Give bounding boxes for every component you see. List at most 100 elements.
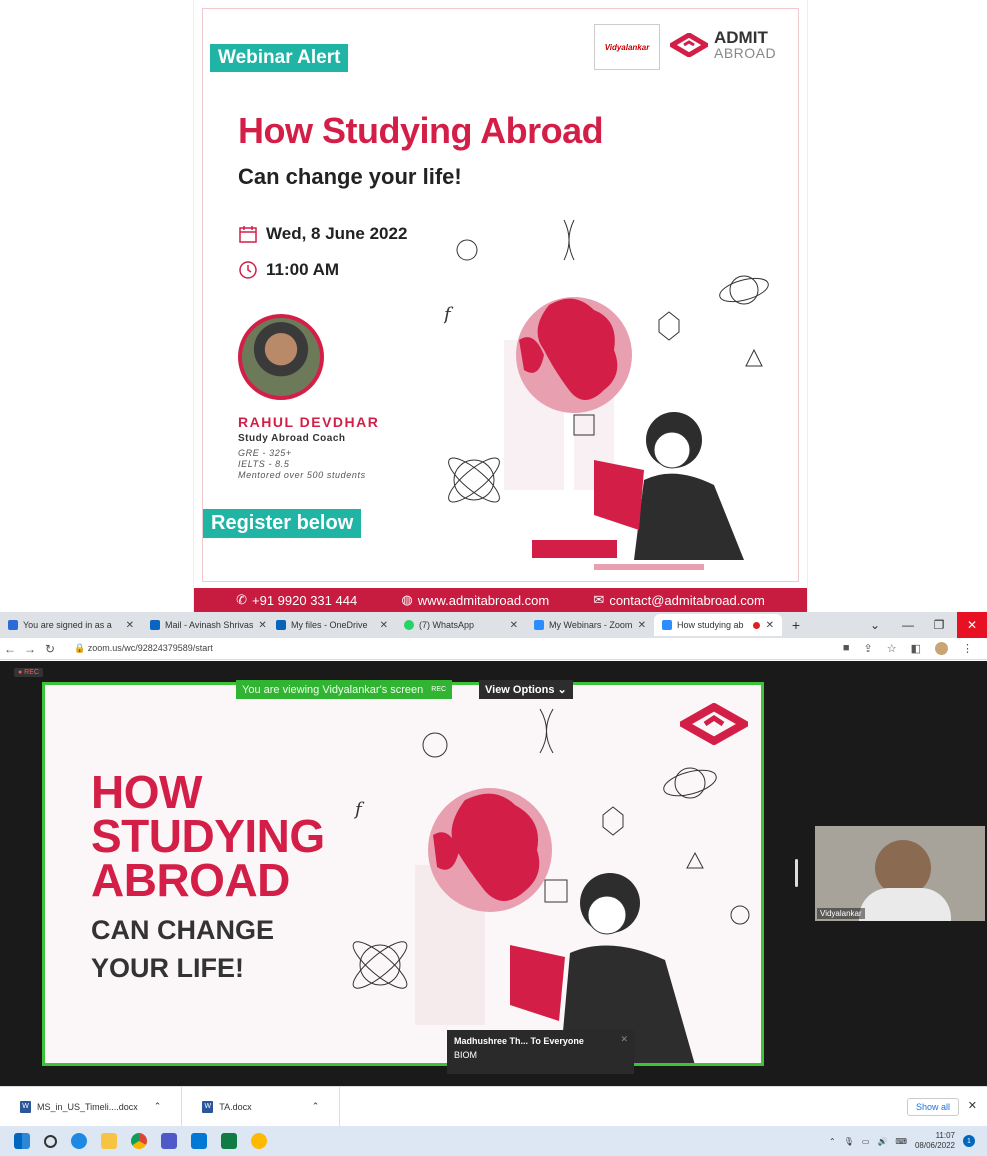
chat-notification[interactable]: Madhushree Th... To Everyone BIOM ✕ [447,1030,634,1074]
back-icon[interactable]: ← [0,642,20,656]
chat-sender: Madhushree Th... To Everyone [454,1036,584,1046]
restore-icon[interactable]: ❐ [924,612,954,638]
menu-kebab-icon[interactable]: ⋮ [962,642,973,655]
download-item[interactable]: W TA.docx ⌃ [182,1087,341,1126]
chevron-up-icon[interactable]: ⌃ [829,1137,836,1146]
download-item[interactable]: W MS_in_US_Timeli....docx ⌃ [0,1087,183,1126]
chat-message: BIOM [454,1050,478,1060]
browser-tab[interactable]: My Webinars - Zoom ✕ [526,614,654,636]
slide-illustration: f [352,708,750,1063]
close-tab-icon[interactable]: ✕ [638,620,646,631]
chevron-up-icon[interactable]: ⌃ [154,1101,162,1112]
profile-avatar-icon[interactable] [935,642,948,655]
website-contact: ◍ www.admitabroad.com [401,592,550,608]
poster-date: Wed, 8 June 2022 [266,224,408,243]
edge-icon[interactable] [71,1133,87,1149]
browser-tab[interactable]: (7) WhatsApp ✕ [396,614,526,636]
webinar-alert-badge: Webinar Alert [210,44,349,72]
browser-tab[interactable]: Mail - Avinash Shrivas ✕ [142,614,268,636]
mail-icon: ✉ [593,592,605,607]
close-tab-icon[interactable]: ✕ [510,620,518,631]
browser-tab-strip: You are signed in as a ✕ Mail - Avinash S… [0,612,987,638]
view-options-button[interactable]: View Options ⌄ [479,680,573,699]
globe-icon: ◍ [401,592,413,607]
participant-name: Vidyalankar [817,908,865,919]
camera-icon[interactable]: ■ [843,642,850,655]
outlook-icon[interactable] [191,1133,207,1149]
share-icon[interactable]: ⇪ [864,642,873,655]
recording-indicator: ● REC [14,668,43,677]
vidyalankar-logo: Vidyalankar [594,24,660,70]
excel-icon[interactable] [221,1133,237,1149]
close-tab-icon[interactable]: ✕ [126,620,134,631]
admit-abroad-logo: ADMIT ABROAD [670,28,777,61]
logo-text-abroad: ABROAD [714,45,777,61]
participant-video-tile[interactable]: Vidyalankar [815,826,985,921]
phone-icon: ✆ [236,592,247,607]
sidepanel-icon[interactable]: ◧ [911,642,921,655]
minimize-icon[interactable]: — [893,612,923,638]
tab-favicon-icon [150,620,160,630]
screen-share-banner: You are viewing Vidyalankar's screen REC [236,680,453,699]
slide-title-line: HOW [91,766,202,818]
word-doc-icon: W [20,1100,31,1113]
browser-tab[interactable]: You are signed in as a ✕ [0,614,142,636]
poster-date-row: Wed, 8 June 2022 [238,224,407,244]
zoom-meeting-area: ● REC HOW STUDYING ABROAD CAN CHANGE YOU… [0,661,987,1086]
speaker-credential: IELTS - 8.5 [238,459,290,469]
tab-favicon-icon [534,620,544,630]
participant-shirt [859,888,951,921]
browser-tab-active[interactable]: How studying ab ✕ [654,614,782,636]
network-icon[interactable]: ▭ [862,1137,870,1146]
panel-resize-handle[interactable] [795,859,798,887]
chrome-icon[interactable] [131,1133,147,1149]
browser-tab[interactable]: My files - OneDrive ✕ [268,614,396,636]
close-tab-icon[interactable]: ✕ [380,620,388,631]
close-tab-icon[interactable]: ✕ [766,620,774,631]
forward-icon[interactable]: → [20,642,40,656]
shared-screen: HOW STUDYING ABROAD CAN CHANGE YOUR LIFE… [42,682,764,1066]
mic-icon[interactable]: 🎙 [844,1137,854,1146]
notification-badge[interactable]: 1 [963,1135,975,1147]
system-tray: ⌃ 🎙 ▭ 🔊 ⌨ 11:07 08/06/2022 1 [829,1126,975,1156]
language-icon[interactable]: ⌨ [895,1137,907,1146]
app-icon[interactable] [251,1133,267,1149]
tab-favicon-icon [662,620,672,630]
word-doc-icon: W [202,1100,214,1113]
close-window-icon[interactable]: ✕ [957,612,987,638]
speaker-credential: Mentored over 500 students [238,470,366,480]
logo-text-admit: ADMIT [714,28,768,47]
chevron-down-icon: ⌄ [557,684,567,696]
recording-dot-icon [752,621,760,629]
volume-icon[interactable]: 🔊 [877,1137,887,1146]
close-tab-icon[interactable]: ✕ [258,620,266,631]
search-icon[interactable] [44,1134,57,1148]
webinar-poster: Webinar Alert Vidyalankar ADMIT ABROAD H… [193,0,808,612]
start-icon[interactable] [14,1133,30,1149]
chevron-up-icon[interactable]: ⌃ [312,1101,320,1112]
reload-icon[interactable]: ↻ [40,642,60,656]
bookmark-star-icon[interactable]: ☆ [887,642,897,655]
teams-icon[interactable] [161,1133,177,1149]
svg-text:f: f [444,304,454,325]
clock[interactable]: 11:07 08/06/2022 [915,1131,955,1151]
tab-search-icon[interactable]: ⌄ [860,612,890,638]
poster-contact-footer: ✆ +91 9920 331 444 ◍ www.admitabroad.com ✉… [194,588,807,612]
file-explorer-icon[interactable] [101,1133,117,1149]
show-all-button[interactable]: Show all [906,1098,959,1116]
calendar-icon [239,226,257,243]
speaker-credential: GRE - 325+ [238,448,292,458]
downloads-bar: W MS_in_US_Timeli....docx ⌃ W TA.docx ⌃ … [0,1086,987,1126]
poster-time-row: 11:00 AM [238,260,339,280]
admit-abroad-logo-icon [670,33,708,57]
slide-title-line: STUDYING [91,810,325,862]
url-input[interactable]: 🔒 zoom.us/wc/92824379589/start [74,643,213,654]
register-below-badge: Register below [203,509,362,538]
speaker-name: RAHUL DEVDHAR [238,414,380,430]
new-tab-button[interactable]: + [782,617,810,633]
slide-title-line: ABROAD [91,854,290,906]
close-downloads-icon[interactable]: ✕ [968,1099,977,1112]
slide-subtitle-line: YOUR LIFE! [91,953,244,983]
close-icon[interactable]: ✕ [620,1034,628,1045]
tab-favicon-icon [8,620,18,630]
